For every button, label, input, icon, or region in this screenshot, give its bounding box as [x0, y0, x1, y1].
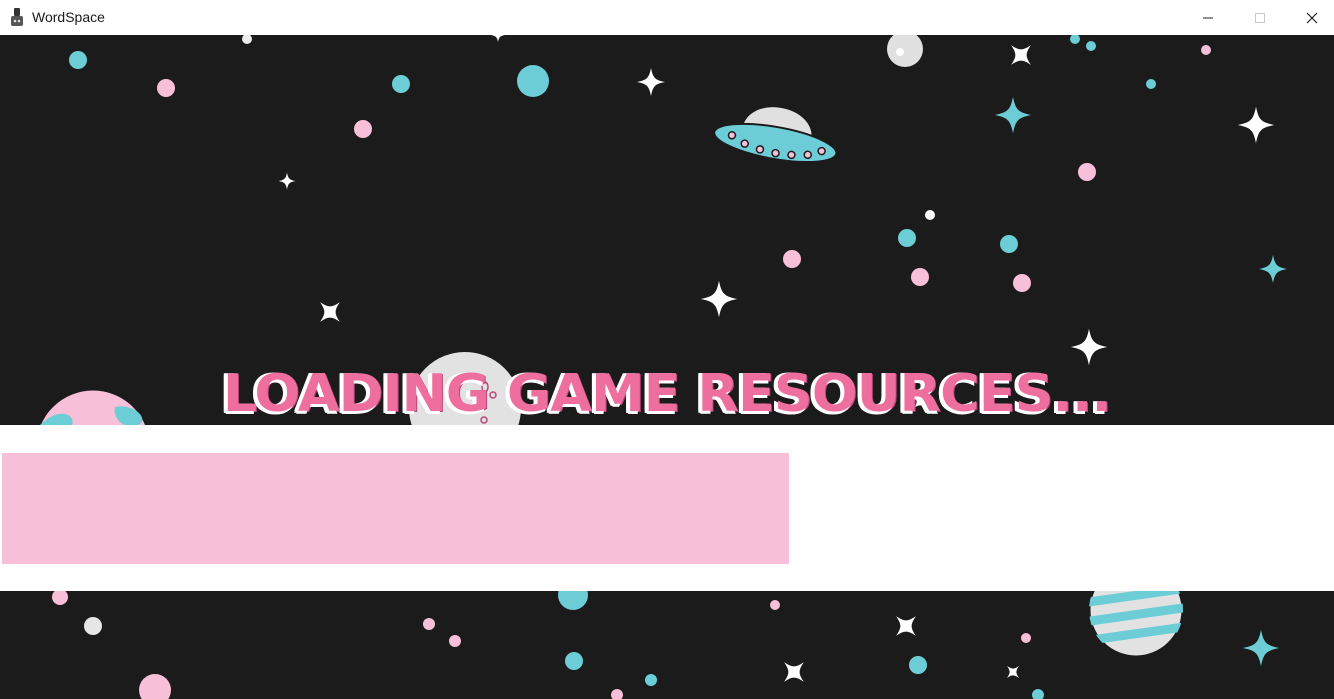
window-titlebar: WordSpace	[0, 0, 1334, 36]
loading-message: LOADING GAME RESOURCES...	[222, 363, 1112, 424]
small-moon-icon	[887, 35, 923, 67]
space-background: LOADING GAME RESOURCES...	[0, 35, 1334, 699]
game-controller-icon	[11, 8, 23, 26]
window-title: WordSpace	[32, 9, 105, 25]
minimize-button[interactable]	[1182, 0, 1234, 35]
progress-bar	[0, 425, 1334, 591]
maximize-button[interactable]	[1234, 0, 1286, 35]
minimize-icon	[1203, 17, 1213, 18]
ufo-icon	[713, 105, 838, 164]
close-button[interactable]	[1286, 0, 1334, 35]
maximize-icon	[1255, 12, 1265, 23]
progress-fill	[2, 453, 789, 564]
close-icon	[1306, 12, 1318, 23]
